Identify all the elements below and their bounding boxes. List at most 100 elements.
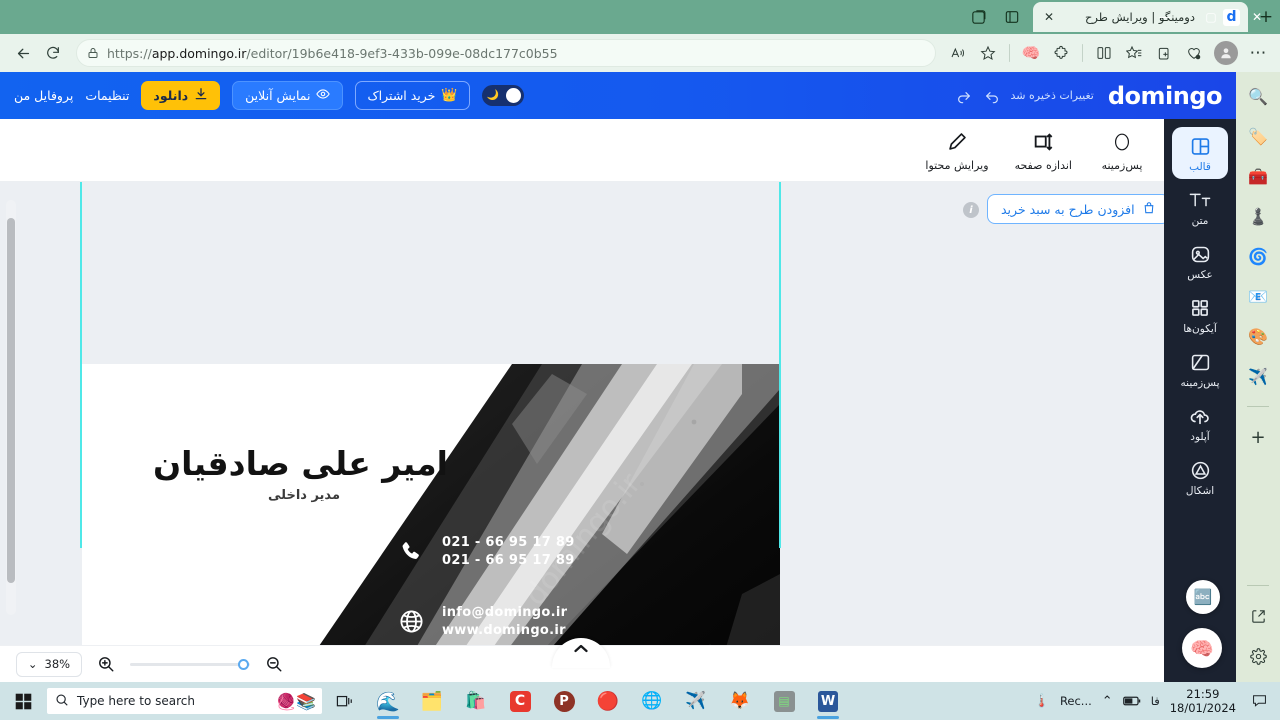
profile-avatar-icon[interactable] bbox=[1214, 41, 1238, 65]
search-icon[interactable]: 🔍 bbox=[1244, 82, 1272, 110]
tool-page-size[interactable]: اندازه صفحه bbox=[1015, 129, 1072, 172]
favorite-star-icon[interactable] bbox=[974, 39, 1002, 67]
copilot-floating-icon[interactable]: 🧠 bbox=[1182, 628, 1222, 668]
refresh-icon[interactable] bbox=[38, 38, 68, 68]
recorder-tray-icon[interactable]: 🌡️ bbox=[1034, 694, 1050, 709]
address-bar[interactable]: https://app.domingo.ir/editor/19b6e418-9… bbox=[76, 39, 936, 67]
download-label: دانلود bbox=[153, 88, 189, 103]
download-icon bbox=[194, 87, 208, 104]
telegram-icon[interactable]: ✈️ bbox=[1244, 362, 1272, 390]
dark-mode-toggle[interactable]: 🌙 bbox=[481, 85, 524, 106]
battery-icon[interactable] bbox=[1122, 695, 1141, 707]
sidebar-item-template[interactable]: قالب bbox=[1172, 127, 1228, 179]
notepad-icon[interactable]: ▤ bbox=[762, 682, 806, 720]
eye-icon bbox=[316, 87, 331, 104]
zoom-level-select[interactable]: ⌄ 38% bbox=[16, 651, 82, 677]
back-icon[interactable] bbox=[8, 38, 38, 68]
undo-icon[interactable] bbox=[983, 87, 1001, 105]
editor-canvas-area[interactable]: domingo.ir domingo.ir domingo.ir امیر عل… bbox=[0, 182, 1164, 645]
open-new-window-icon[interactable] bbox=[1244, 602, 1272, 630]
download-button[interactable]: دانلود bbox=[141, 81, 221, 110]
add-to-cart-button[interactable]: افزودن طرح به سبد خرید bbox=[987, 194, 1170, 224]
firefox-icon[interactable]: 🦊 bbox=[718, 682, 762, 720]
taskbar-search-box[interactable]: Type here to search 🧶📚 bbox=[47, 688, 322, 714]
recorder-tray-label[interactable]: Rec... bbox=[1060, 694, 1092, 708]
translate-floating-icon[interactable]: 🔤 bbox=[1186, 580, 1220, 614]
edge-taskbar-icon[interactable]: 🌊 bbox=[366, 682, 410, 720]
undo-redo-group bbox=[955, 87, 1001, 105]
search-illustration-icon: 🧶📚 bbox=[276, 691, 316, 711]
idm-icon[interactable]: 🌐 bbox=[630, 682, 674, 720]
online-preview-button[interactable]: نمایش آنلاین bbox=[232, 81, 344, 110]
domingo-logo[interactable]: domingo bbox=[1108, 82, 1223, 110]
copilot-icon[interactable]: 🧠 bbox=[1017, 39, 1045, 67]
sidebar-label-image: عکس bbox=[1187, 269, 1213, 281]
card-phone-row[interactable]: 021 - 66 95 17 89 021 - 66 95 17 89 bbox=[394, 535, 575, 568]
word-icon[interactable]: W bbox=[806, 682, 850, 720]
chevron-up-icon bbox=[574, 644, 588, 653]
clock-time: 21:59 bbox=[1186, 686, 1220, 701]
sidebar-item-image[interactable]: عکس bbox=[1172, 235, 1228, 287]
canvas-vertical-scrollbar[interactable] bbox=[6, 200, 16, 615]
cart-info-icon[interactable]: i bbox=[963, 202, 979, 218]
notification-icon[interactable] bbox=[1246, 682, 1272, 720]
save-status-text: تغییرات ذخیره شد bbox=[1010, 89, 1094, 102]
potplayer-icon[interactable]: P bbox=[542, 682, 586, 720]
extensions-icon[interactable] bbox=[1047, 39, 1075, 67]
language-indicator[interactable]: فا bbox=[1151, 694, 1160, 708]
show-hidden-icons-chevron[interactable]: ⌃ bbox=[1102, 694, 1113, 709]
shopping-tag-icon[interactable]: 🏷️ bbox=[1244, 122, 1272, 150]
settings-more-icon[interactable]: ⋯ bbox=[1244, 39, 1272, 67]
tool-edit-content[interactable]: ویرایش محتوا bbox=[925, 129, 989, 172]
file-explorer-icon[interactable]: 🗂️ bbox=[410, 682, 454, 720]
task-view-icon[interactable] bbox=[322, 682, 366, 720]
microsoft-store-icon[interactable]: 🛍️ bbox=[454, 682, 498, 720]
chrome-icon[interactable]: 🔴 bbox=[586, 682, 630, 720]
sidebar-item-text[interactable]: متن bbox=[1172, 181, 1228, 233]
split-screen-icon[interactable] bbox=[1090, 39, 1118, 67]
zoom-out-icon[interactable] bbox=[264, 654, 284, 674]
redo-icon[interactable] bbox=[955, 87, 973, 105]
sidebar-item-shapes[interactable]: اشکال bbox=[1172, 451, 1228, 503]
sidebar-item-upload[interactable]: آپلود bbox=[1172, 397, 1228, 449]
tool-background[interactable]: پس‌زمینه bbox=[1098, 129, 1146, 172]
read-aloud-icon[interactable] bbox=[944, 39, 972, 67]
tab-actions-icon[interactable] bbox=[995, 2, 1029, 32]
sidebar-item-background[interactable]: پس‌زمینه bbox=[1172, 343, 1228, 395]
minimize-button[interactable]: — bbox=[1142, 0, 1188, 34]
games-icon[interactable]: ♟️ bbox=[1244, 202, 1272, 230]
collections-icon[interactable] bbox=[1150, 39, 1178, 67]
add-sidebar-app-button[interactable]: + bbox=[1244, 423, 1272, 451]
subscribe-button[interactable]: 👑 خرید اشتراک bbox=[355, 81, 470, 110]
icons-grid-icon bbox=[1190, 296, 1210, 320]
zoom-slider[interactable] bbox=[130, 658, 250, 670]
settings-link[interactable]: تنظیمات bbox=[85, 88, 129, 103]
profile-link[interactable]: پروفایل من bbox=[14, 88, 73, 103]
card-email: info@domingo.ir bbox=[442, 605, 568, 620]
tab-collections-icon[interactable] bbox=[961, 2, 995, 32]
start-button[interactable] bbox=[0, 682, 47, 720]
sidebar-item-icons[interactable]: آیکون‌ها bbox=[1172, 289, 1228, 341]
business-card-design[interactable]: domingo.ir domingo.ir domingo.ir امیر عل… bbox=[82, 364, 780, 645]
close-window-button[interactable]: ✕ bbox=[1234, 0, 1280, 34]
zoom-in-icon[interactable] bbox=[96, 654, 116, 674]
favorites-bar-icon[interactable] bbox=[1120, 39, 1148, 67]
outlook-icon[interactable]: 📧 bbox=[1244, 282, 1272, 310]
scrollbar-thumb[interactable] bbox=[7, 218, 15, 583]
tool-background-label: پس‌زمینه bbox=[1101, 158, 1143, 172]
microsoft365-icon[interactable]: 🌀 bbox=[1244, 242, 1272, 270]
window-controls: — ▢ ✕ bbox=[1142, 0, 1280, 34]
telegram-icon[interactable]: ✈️ bbox=[674, 682, 718, 720]
tools-icon[interactable]: 🧰 bbox=[1244, 162, 1272, 190]
moon-icon: 🌙 bbox=[486, 90, 500, 101]
taskbar-clock[interactable]: 21:59 18/01/2024 bbox=[1170, 687, 1236, 716]
maximize-button[interactable]: ▢ bbox=[1188, 0, 1234, 34]
zoom-slider-knob[interactable] bbox=[238, 658, 249, 670]
browser-essentials-icon[interactable] bbox=[1180, 39, 1208, 67]
designer-icon[interactable]: 🎨 bbox=[1244, 322, 1272, 350]
card-web-row[interactable]: info@domingo.ir www.domingo.ir bbox=[394, 605, 567, 638]
url-scheme: https:// bbox=[107, 45, 152, 61]
customize-sidebar-icon[interactable] bbox=[1244, 642, 1272, 670]
camtasia-icon[interactable]: C bbox=[498, 682, 542, 720]
close-tab-icon[interactable]: ✕ bbox=[1041, 9, 1057, 25]
